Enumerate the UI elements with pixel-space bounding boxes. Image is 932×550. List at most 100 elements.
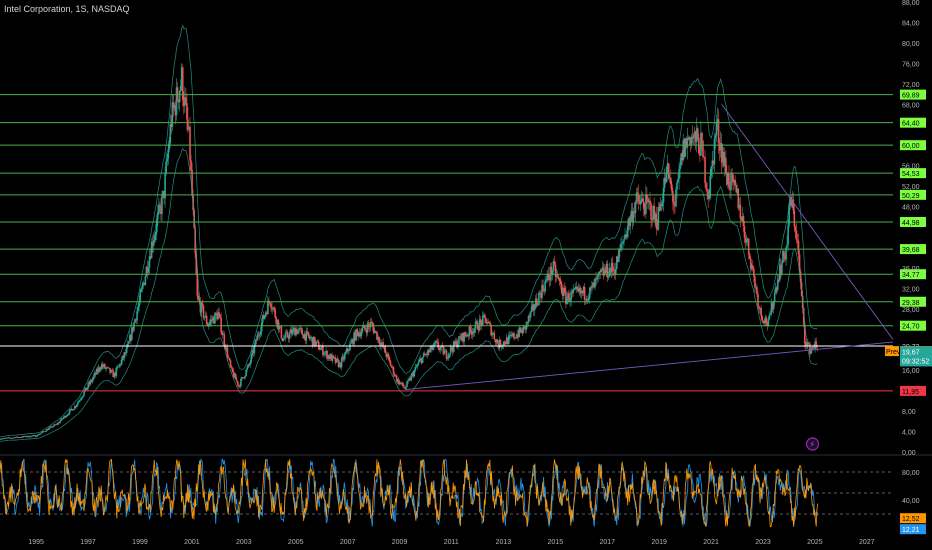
candle-body: [218, 312, 220, 315]
y-tick-label: 56,00: [902, 164, 920, 171]
candle-body: [323, 353, 325, 355]
x-tick-label: 2015: [548, 539, 564, 546]
candle-body: [348, 350, 350, 352]
candle-body: [168, 143, 171, 150]
candle-body: [282, 338, 285, 341]
candle-body: [244, 375, 246, 379]
candle-body: [469, 326, 472, 331]
trendline: [404, 341, 894, 391]
candle-body: [367, 323, 370, 326]
candle-body: [533, 307, 536, 311]
y-tick-label: 32,00: [902, 286, 920, 293]
envelope-upper: [0, 24, 818, 438]
chart-canvas[interactable]: 69,89 64,40 60,00 54,53 50,29 44,98 39,68 34,77…: [0, 0, 932, 550]
y-tick-label: 4,00: [902, 430, 916, 437]
candle-body: [280, 326, 283, 339]
candle-body: [371, 322, 374, 327]
candle-body: [769, 313, 772, 315]
x-tick-label: 1997: [80, 539, 96, 546]
candle-body: [305, 331, 308, 341]
candle-body: [730, 172, 732, 190]
candle-body: [384, 346, 387, 353]
candle-body: [634, 202, 637, 214]
candle-body: [457, 343, 459, 348]
prev-badge-label: Prev: [886, 349, 901, 356]
candle-body: [776, 279, 779, 291]
candle-body: [284, 333, 287, 339]
candle-body: [703, 156, 705, 158]
candle-body: [214, 312, 216, 324]
candle-body: [570, 291, 572, 301]
candle-body: [388, 357, 391, 361]
candle-body: [137, 306, 139, 312]
candle-body: [72, 409, 75, 411]
y-tick-label: 84,00: [902, 20, 920, 27]
candle-body: [263, 315, 266, 319]
candle-body: [705, 183, 707, 189]
candle-body: [418, 359, 421, 363]
candle-body: [215, 312, 217, 314]
candle-body: [446, 358, 449, 359]
candle-body: [650, 203, 652, 220]
candle-body: [742, 216, 745, 227]
candle-body: [761, 316, 763, 321]
candle-body: [513, 333, 515, 339]
candle-body: [622, 241, 624, 244]
candle-body: [743, 226, 746, 238]
candle-body: [185, 97, 187, 104]
y-tick-label: 48,00: [902, 205, 920, 212]
candle-body: [748, 253, 751, 259]
candle-body: [484, 314, 486, 318]
candle-body: [600, 269, 603, 273]
candle-body: [21, 437, 23, 438]
candle-body: [594, 278, 596, 288]
candle-body: [82, 395, 84, 398]
candle-body: [560, 284, 563, 293]
candle-body: [739, 204, 742, 219]
x-tick-label: 1995: [28, 539, 44, 546]
candle-body: [538, 292, 540, 306]
candle-body: [166, 158, 168, 162]
candle-body: [258, 334, 261, 336]
candle-body: [728, 173, 730, 188]
candle-body: [621, 243, 623, 245]
candle-body: [246, 367, 248, 371]
candle-body: [439, 347, 442, 350]
candle-body: [190, 160, 192, 171]
candle-body: [176, 87, 179, 100]
candle-body: [389, 360, 392, 366]
candle-body: [154, 231, 157, 235]
candle-body: [127, 341, 130, 344]
candle-body: [677, 178, 679, 183]
candle-body: [332, 355, 335, 357]
level-label: 29,38: [902, 300, 920, 307]
candle-body: [772, 302, 775, 310]
x-tick-label: 1999: [132, 539, 148, 546]
candle-body: [205, 315, 208, 324]
candle-body: [336, 358, 339, 361]
candle-body: [380, 343, 382, 346]
level-label: 39,68: [902, 247, 920, 254]
candle-body: [378, 336, 380, 343]
candle-body: [781, 262, 783, 274]
candle-body: [544, 281, 546, 292]
candle-body: [407, 380, 409, 382]
candle-body: [189, 126, 191, 161]
candle-body: [529, 311, 532, 318]
x-tick-label: 2005: [288, 539, 304, 546]
candle-body: [641, 198, 644, 202]
y-tick-label: 72,00: [902, 82, 920, 89]
candle-body: [795, 230, 798, 240]
candle-body: [429, 349, 431, 353]
candle-body: [301, 329, 303, 335]
x-tick-label: 2023: [755, 539, 771, 546]
countdown-label: 09:32:52: [902, 358, 929, 365]
candle-body: [62, 417, 65, 419]
candle-body: [234, 374, 237, 380]
candle-body: [558, 279, 561, 282]
candle-body: [68, 410, 71, 415]
candle-body: [432, 347, 434, 350]
candle-body: [286, 332, 289, 338]
candle-body: [576, 286, 579, 289]
level-label: 34,77: [902, 272, 920, 279]
